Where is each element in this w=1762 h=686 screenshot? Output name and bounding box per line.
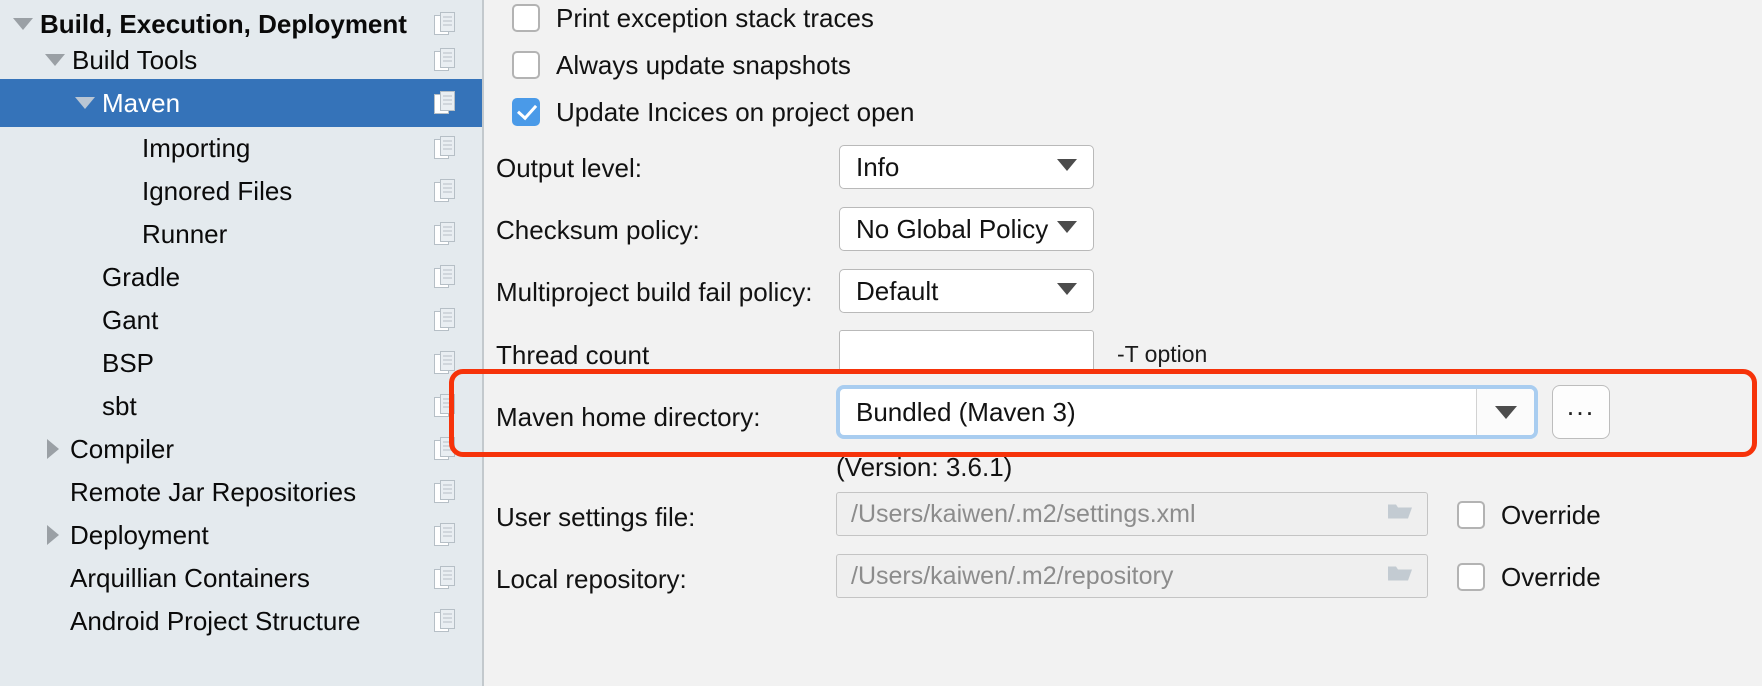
sidebar-item-label: Deployment [70, 519, 209, 550]
local-repository-input[interactable]: /Users/kaiwen/.m2/repository [836, 554, 1428, 598]
checkbox-row-print-exception-stack-traces[interactable]: Print exception stack traces [512, 0, 1762, 41]
folder-icon[interactable] [1387, 564, 1413, 589]
copy-icon[interactable] [434, 179, 456, 203]
output-level-dropdown[interactable]: Info [839, 145, 1094, 189]
copy-icon[interactable] [434, 265, 456, 289]
thread-count-hint: -T option [1117, 341, 1208, 367]
sidebar-item-label: BSP [102, 347, 155, 378]
sidebar-item-compiler[interactable]: Compiler [0, 425, 482, 473]
copy-icon[interactable] [434, 609, 456, 633]
copy-icon[interactable] [434, 351, 456, 375]
checkbox-row-update-indices-on-project-open[interactable]: Update Incices on project open [512, 89, 1762, 135]
sidebar-item-label: Remote Jar Repositories [70, 476, 357, 507]
sidebar-item-label: Importing [142, 132, 251, 163]
multiproject-build-fail-policy-value: Default [856, 275, 939, 306]
sidebar-item-gradle[interactable]: Gradle [0, 253, 482, 301]
checkbox-label: Update Incices on project open [556, 96, 915, 127]
copy-icon[interactable] [434, 308, 456, 332]
output-level-value: Info [856, 151, 900, 182]
user-settings-override-checkbox[interactable] [1457, 501, 1485, 529]
always-update-snapshots-checkbox[interactable] [512, 51, 540, 79]
checkbox-label: Always update snapshots [556, 49, 851, 80]
maven-home-browse-button[interactable]: ... [1552, 385, 1610, 439]
local-repository-label: Local repository: [496, 564, 687, 594]
sidebar-item-label: Ignored Files [142, 175, 293, 206]
copy-icon[interactable] [434, 91, 456, 115]
settings-dialog: Build, Execution, Deployment Build Tools… [0, 0, 1762, 686]
maven-home-directory-value: Bundled (Maven 3) [856, 396, 1076, 427]
sidebar-item-label: Arquillian Containers [70, 562, 310, 593]
sidebar-item-label: Build, Execution, Deployment [40, 8, 407, 39]
thread-count-input[interactable] [839, 330, 1094, 374]
sidebar-item-gant[interactable]: Gant [0, 296, 482, 344]
chevron-down-icon[interactable] [1057, 282, 1077, 300]
update-indices-on-project-open-checkbox[interactable] [512, 98, 540, 126]
chevron-down-icon[interactable] [40, 53, 70, 67]
folder-icon[interactable] [1387, 502, 1413, 527]
sidebar-item-maven[interactable]: Maven [0, 79, 482, 127]
user-settings-override-row[interactable]: Override [1457, 492, 1762, 538]
sidebar-item-sbt[interactable]: sbt [0, 382, 482, 430]
sidebar-item-label: sbt [102, 390, 137, 421]
copy-icon[interactable] [434, 566, 456, 590]
chevron-right-icon[interactable] [38, 525, 68, 545]
sidebar-item-runner[interactable]: Runner [0, 210, 482, 258]
sidebar-item-label: Gradle [102, 261, 181, 292]
sidebar-item-remote-jar-repositories[interactable]: Remote Jar Repositories [0, 468, 482, 516]
copy-icon[interactable] [434, 394, 456, 418]
copy-icon[interactable] [434, 222, 456, 246]
sidebar-item-android-project-structure[interactable]: Android Project Structure [0, 597, 482, 645]
local-repository-override-row[interactable]: Override [1457, 554, 1762, 600]
sidebar-item-bsp[interactable]: BSP [0, 339, 482, 387]
copy-icon[interactable] [434, 12, 456, 36]
copy-icon[interactable] [434, 523, 456, 547]
maven-settings-panel: Print exception stack traces Always upda… [484, 0, 1762, 686]
sidebar-item-label: Maven [102, 87, 181, 118]
sidebar-item-arquillian-containers[interactable]: Arquillian Containers [0, 554, 482, 602]
local-repository-value: /Users/kaiwen/.m2/repository [851, 561, 1174, 590]
sidebar-item-label: Compiler [70, 433, 175, 464]
multiproject-build-fail-policy-label: Multiproject build fail policy: [496, 277, 813, 307]
checksum-policy-dropdown[interactable]: No Global Policy [839, 207, 1094, 251]
checkbox-row-always-update-snapshots[interactable]: Always update snapshots [512, 42, 1762, 88]
settings-tree-sidebar[interactable]: Build, Execution, Deployment Build Tools… [0, 0, 484, 686]
copy-icon[interactable] [434, 480, 456, 504]
checksum-policy-label: Checksum policy: [496, 215, 700, 245]
override-label: Override [1501, 561, 1601, 592]
user-settings-file-value: /Users/kaiwen/.m2/settings.xml [851, 499, 1196, 528]
sidebar-item-deployment[interactable]: Deployment [0, 511, 482, 559]
sidebar-item-build-tools[interactable]: Build Tools [0, 36, 482, 84]
copy-icon[interactable] [434, 437, 456, 461]
user-settings-file-input[interactable]: /Users/kaiwen/.m2/settings.xml [836, 492, 1428, 536]
copy-icon[interactable] [434, 136, 456, 160]
print-exception-stack-traces-checkbox[interactable] [512, 4, 540, 32]
chevron-right-icon[interactable] [38, 439, 68, 459]
output-level-label: Output level: [496, 153, 642, 183]
sidebar-item-label: Build Tools [72, 44, 198, 75]
chevron-down-icon[interactable] [8, 17, 38, 31]
chevron-down-icon[interactable] [1057, 220, 1077, 238]
checksum-policy-value: No Global Policy [856, 213, 1049, 244]
maven-version-text: (Version: 3.6.1) [836, 452, 1013, 482]
local-repository-override-checkbox[interactable] [1457, 563, 1485, 591]
maven-home-directory-dropdown[interactable]: Bundled (Maven 3) [836, 385, 1538, 439]
thread-count-label: Thread count [496, 340, 650, 370]
sidebar-item-label: Runner [142, 218, 228, 249]
maven-home-directory-label: Maven home directory: [496, 402, 761, 432]
chevron-down-icon[interactable] [70, 96, 100, 110]
sidebar-item-importing[interactable]: Importing [0, 124, 482, 172]
sidebar-item-ignored-files[interactable]: Ignored Files [0, 167, 482, 215]
copy-icon[interactable] [434, 48, 456, 72]
chevron-down-icon[interactable] [1476, 389, 1534, 435]
sidebar-item-label: Gant [102, 304, 159, 335]
user-settings-file-label: User settings file: [496, 502, 696, 532]
multiproject-build-fail-policy-dropdown[interactable]: Default [839, 269, 1094, 313]
checkbox-label: Print exception stack traces [556, 2, 874, 33]
override-label: Override [1501, 499, 1601, 530]
sidebar-item-label: Android Project Structure [70, 605, 361, 636]
chevron-down-icon[interactable] [1057, 158, 1077, 176]
